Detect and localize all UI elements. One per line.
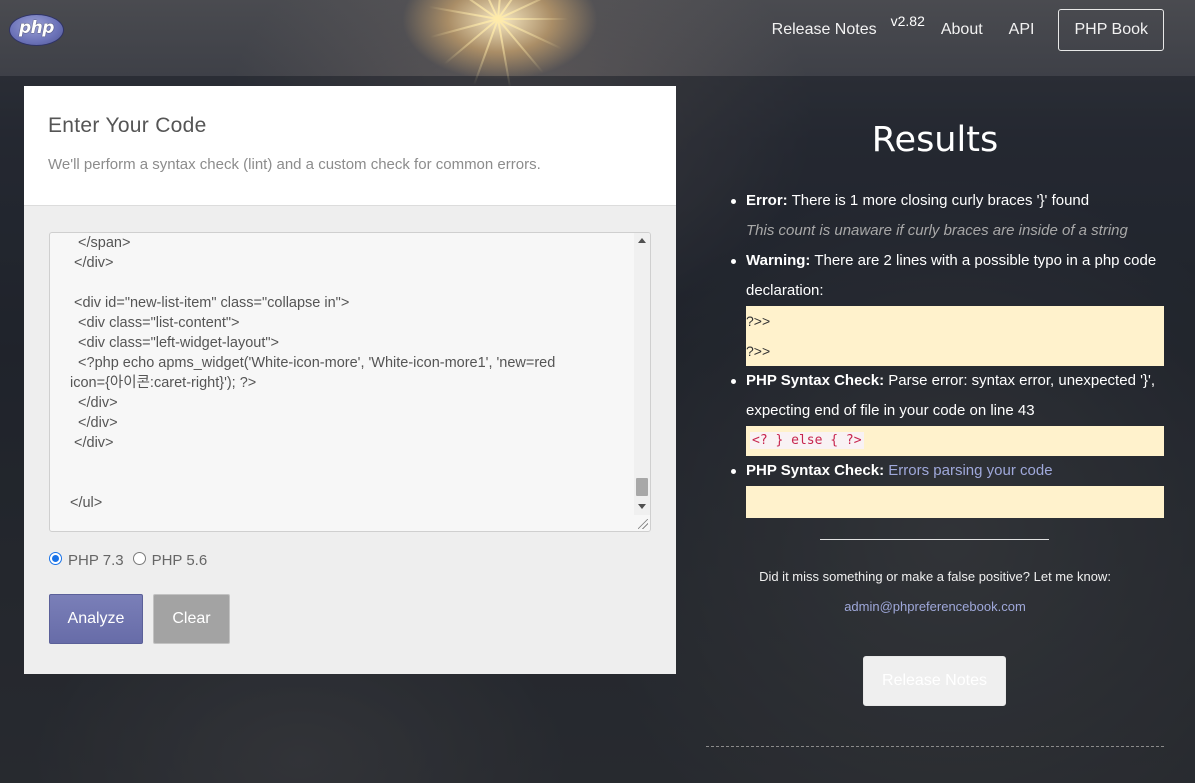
nav-links: Release Notes v2.82 About API PHP Book — [772, 9, 1164, 51]
code-line: </div> — [70, 255, 114, 271]
contact-email-link[interactable]: admin@phpreferencebook.com — [706, 599, 1164, 614]
code-content[interactable]: </span> </div> <div id="new-list-item" c… — [50, 233, 634, 531]
analyze-button[interactable]: Analyze — [49, 594, 143, 644]
code-line: </span> — [70, 235, 131, 251]
code-line: </div> — [70, 395, 118, 411]
result-label: PHP Syntax Check: — [746, 462, 885, 479]
logo-text: php — [19, 18, 54, 38]
top-nav: php Release Notes v2.82 About API PHP Bo… — [0, 0, 1195, 76]
result-text: There is 1 more closing curly braces '}'… — [787, 192, 1090, 209]
nav-about-link[interactable]: About — [941, 21, 983, 39]
code-line: <div class="left-widget-layout"> — [70, 335, 279, 351]
code-line: </ul> — [70, 495, 103, 511]
scrollbar-thumb[interactable] — [636, 478, 648, 496]
code-snippet-line: ?>> — [746, 343, 771, 359]
nav-api-link[interactable]: API — [1009, 21, 1035, 39]
code-scrollbar[interactable] — [634, 233, 650, 515]
code-snippet: <? } else { ?> — [750, 432, 864, 449]
radio-label-php-73[interactable]: PHP 7.3 — [68, 552, 124, 569]
nav-release-notes-link[interactable]: Release Notes — [772, 21, 877, 39]
result-note: This count is unaware if curly braces ar… — [746, 222, 1128, 239]
resize-handle-icon[interactable] — [638, 519, 648, 529]
code-line: icon={아이콘:caret-right}'); ?> — [70, 375, 257, 391]
empty-code-block — [746, 486, 1164, 518]
php-version-selector: PHP 7.3 PHP 5.6 — [49, 552, 216, 569]
bottom-divider — [706, 746, 1164, 747]
radio-label-php-56[interactable]: PHP 5.6 — [152, 552, 208, 569]
code-textarea[interactable]: </span> </div> <div id="new-list-item" c… — [49, 232, 651, 532]
result-label: Error: — [746, 192, 788, 209]
version-label: v2.82 — [890, 13, 925, 29]
scroll-down-icon[interactable] — [638, 504, 646, 509]
code-snippet-line: ?>> — [746, 313, 771, 329]
result-item-syntax-check: PHP Syntax Check: Parse error: syntax er… — [728, 366, 1164, 426]
release-notes-button[interactable]: Release Notes — [863, 656, 1006, 706]
code-input-card: Enter Your Code We'll perform a syntax c… — [24, 86, 676, 674]
results-list: Error: There is 1 more closing curly bra… — [728, 186, 1164, 518]
result-item-warning: Warning: There are 2 lines with a possib… — [728, 246, 1164, 306]
results-title: Results — [871, 120, 999, 160]
results-divider — [820, 539, 1049, 540]
radio-php-56[interactable] — [132, 552, 146, 565]
clear-button[interactable]: Clear — [153, 594, 230, 644]
code-snippet-line: <? } else { ?> — [746, 426, 1164, 456]
code-line: <?php echo apms_widget('White-icon-more'… — [70, 355, 556, 371]
card-header: Enter Your Code We'll perform a syntax c… — [24, 86, 676, 206]
code-line: </div> — [70, 435, 114, 451]
card-title: Enter Your Code — [48, 114, 207, 137]
result-item-syntax-check-2: PHP Syntax Check: Errors parsing your co… — [728, 456, 1164, 486]
scroll-up-icon[interactable] — [638, 238, 646, 243]
errors-parsing-link[interactable]: Errors parsing your code — [888, 462, 1052, 479]
radio-php-73[interactable] — [49, 552, 62, 565]
code-line: <div id="new-list-item" class="collapse … — [70, 295, 350, 311]
code-line: </div> — [70, 415, 118, 431]
nav-php-book-button[interactable]: PHP Book — [1058, 9, 1164, 51]
code-line: <div class="list-content"> — [70, 315, 240, 331]
syntax-code-block: <? } else { ?> — [746, 426, 1164, 456]
result-label: PHP Syntax Check: — [746, 372, 885, 389]
result-item-error: Error: There is 1 more closing curly bra… — [728, 186, 1164, 216]
warning-code-block: ?>> ?>> — [746, 306, 1164, 366]
feedback-text: Did it miss something or make a false po… — [759, 569, 1111, 584]
card-subtitle: We'll perform a syntax check (lint) and … — [48, 156, 541, 173]
php-logo[interactable]: php — [9, 14, 64, 46]
result-label: Warning: — [746, 252, 811, 269]
